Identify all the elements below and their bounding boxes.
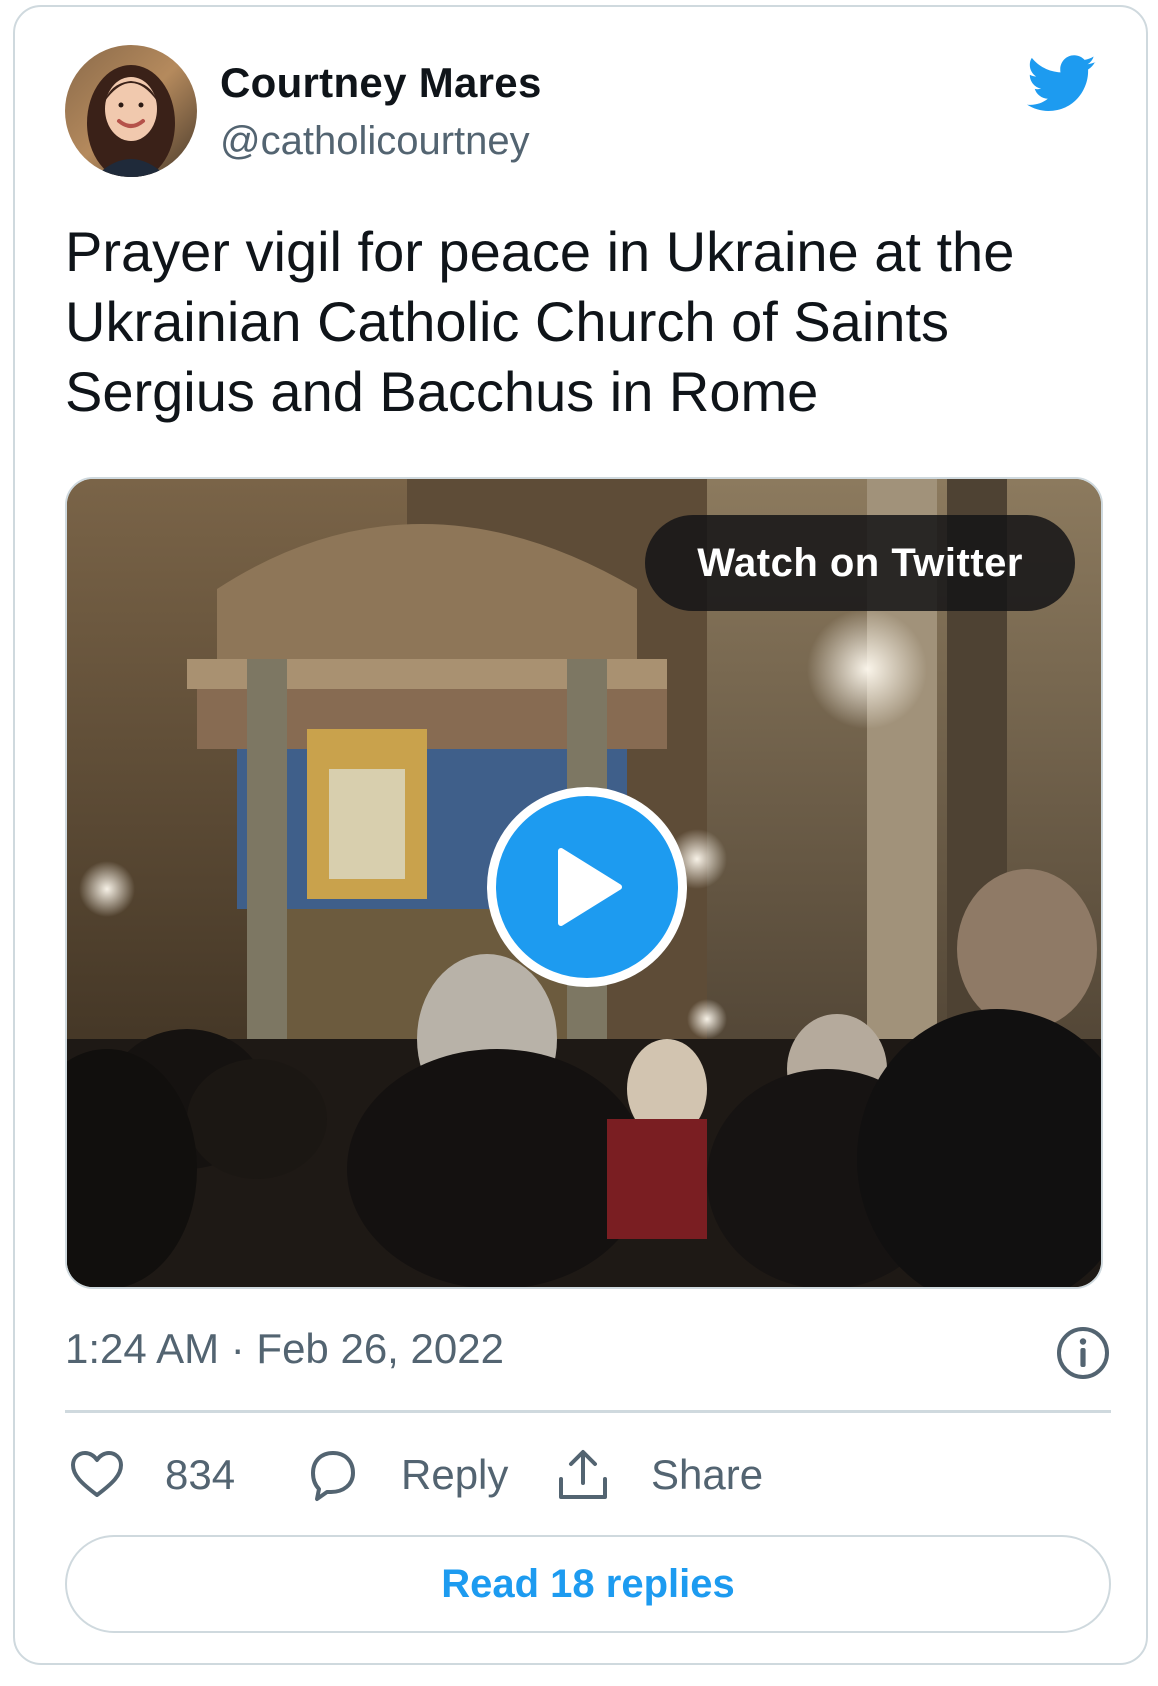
share-label: Share: [651, 1451, 764, 1498]
like-count: 834: [165, 1451, 236, 1498]
share-action[interactable]: Share: [555, 1447, 763, 1503]
tweet-card: Courtney Mares @catholicourtney Prayer v…: [13, 5, 1148, 1665]
like-action[interactable]: 834: [69, 1447, 235, 1503]
reply-label: Reply: [401, 1451, 509, 1498]
author-display-name[interactable]: Courtney Mares: [220, 59, 542, 107]
tweet-text: Prayer vigil for peace in Ukraine at the…: [65, 220, 1015, 423]
author-handle[interactable]: @catholicourtney: [220, 119, 530, 164]
watch-on-twitter-button[interactable]: Watch on Twitter: [645, 515, 1075, 611]
play-button[interactable]: [487, 787, 687, 987]
divider: [65, 1410, 1111, 1413]
read-replies-button[interactable]: Read 18 replies: [65, 1535, 1111, 1633]
twitter-bird-icon[interactable]: [1026, 55, 1097, 113]
share-icon: [559, 1450, 607, 1499]
video-player[interactable]: Watch on Twitter: [65, 477, 1103, 1289]
info-icon[interactable]: [1055, 1325, 1111, 1381]
play-icon: [558, 848, 622, 926]
heart-icon: [71, 1451, 123, 1497]
avatar-image: [65, 45, 197, 177]
author-avatar[interactable]: [65, 45, 197, 177]
reply-action[interactable]: Reply: [305, 1447, 508, 1503]
tweet-timestamp[interactable]: 1:24 AM · Feb 26, 2022: [65, 1325, 504, 1373]
reply-bubble-icon: [311, 1451, 355, 1501]
